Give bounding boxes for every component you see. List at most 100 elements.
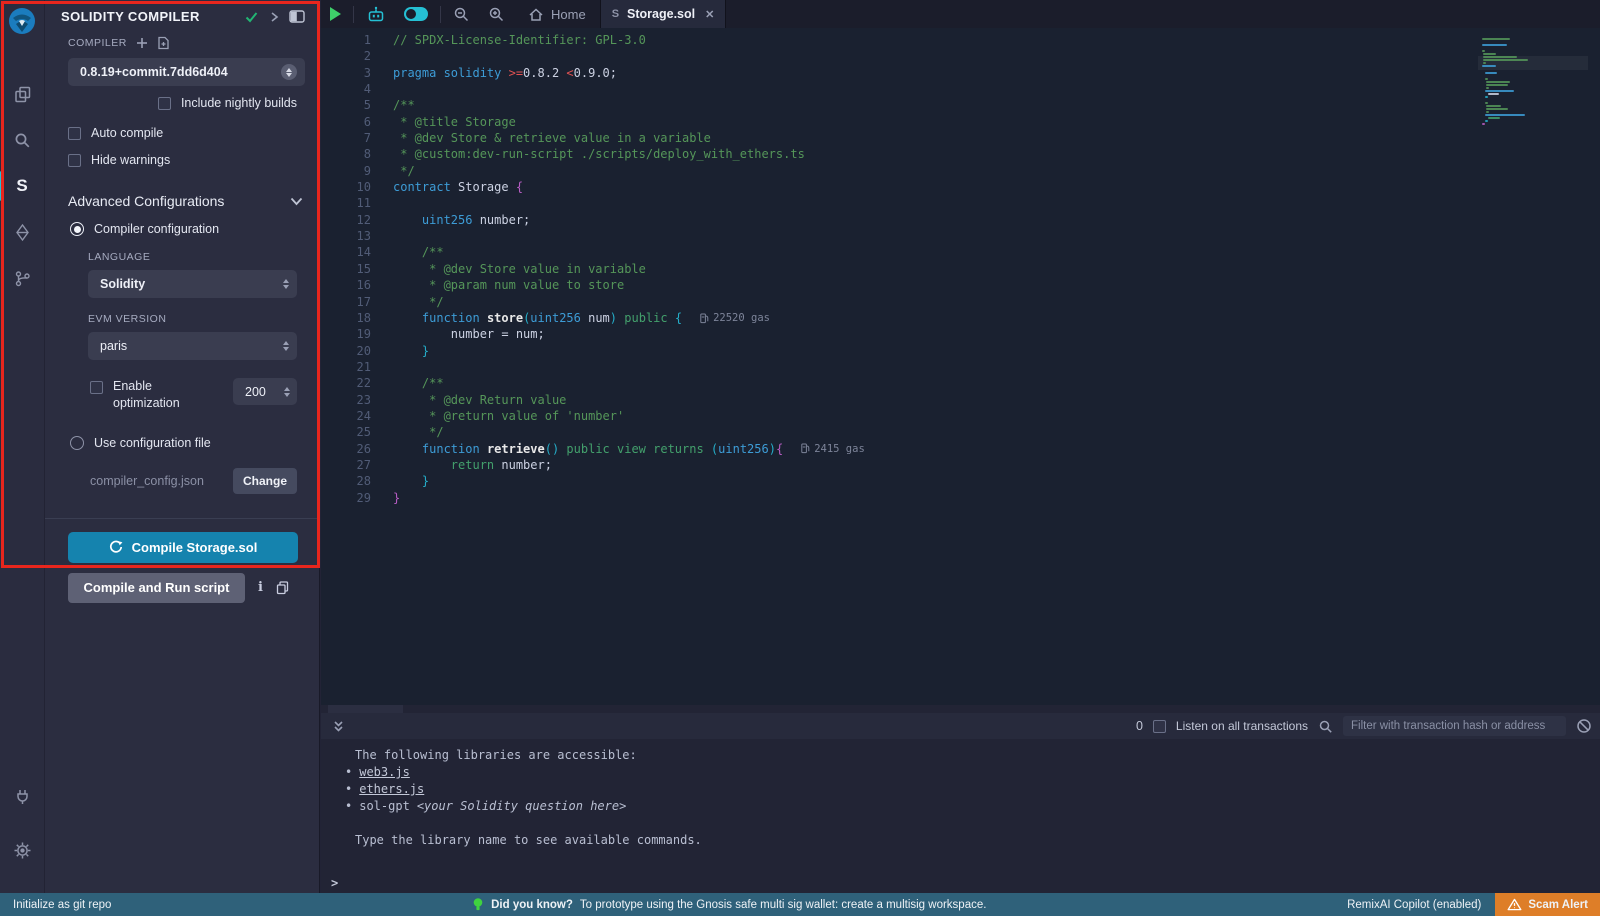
transaction-filter-input[interactable] xyxy=(1343,716,1566,736)
hide-warnings-label: Hide warnings xyxy=(91,153,170,167)
line-number: 15 xyxy=(321,261,371,277)
line-number: 6 xyxy=(321,114,371,130)
evm-version-select[interactable]: paris xyxy=(88,332,297,360)
line-number: 16 xyxy=(321,277,371,293)
code-lines[interactable]: 1// SPDX-License-Identifier: GPL-3.02 3p… xyxy=(321,32,1470,506)
minimap-line xyxy=(1482,38,1510,40)
ai-copilot-robot-icon[interactable] xyxy=(357,0,395,28)
tab-home[interactable]: Home xyxy=(514,0,600,28)
nightly-builds-checkbox[interactable] xyxy=(158,97,171,110)
terminal-prompt[interactable]: > xyxy=(331,875,1600,892)
code-line: 5/** xyxy=(321,97,1470,113)
minimap-line xyxy=(1486,111,1489,113)
copy-icon[interactable] xyxy=(276,581,289,595)
search-icon[interactable] xyxy=(0,117,45,163)
active-plugin-indicator xyxy=(0,171,3,201)
scam-alert-button[interactable]: Scam Alert xyxy=(1495,893,1600,916)
settings-gear-icon[interactable] xyxy=(0,827,45,873)
code-line: 2 xyxy=(321,48,1470,64)
code-line: 11 xyxy=(321,195,1470,211)
zoom-in-icon[interactable] xyxy=(479,0,514,28)
line-number: 18 xyxy=(321,310,371,326)
hide-warnings-checkbox[interactable] xyxy=(68,154,81,167)
copilot-status[interactable]: RemixAI Copilot (enabled) xyxy=(1347,899,1481,911)
line-number: 3 xyxy=(321,65,371,81)
close-tab-icon[interactable]: ✕ xyxy=(705,8,714,21)
solidity-compiler-icon[interactable]: S xyxy=(0,163,45,209)
minimap[interactable] xyxy=(1478,30,1588,690)
minimap-line xyxy=(1485,96,1488,98)
code-line: 15 * @dev Store value in variable xyxy=(321,261,1470,277)
open-compiler-file-icon[interactable] xyxy=(157,36,170,50)
git-icon[interactable] xyxy=(0,255,45,301)
language-value: Solidity xyxy=(100,277,283,291)
line-number: 26 xyxy=(321,441,371,457)
plugin-manager-icon[interactable] xyxy=(0,773,45,819)
library-name: sol-gpt xyxy=(359,798,410,815)
compiler-version-select[interactable]: 0.8.19+commit.7dd6d404 xyxy=(68,58,305,86)
terminal-resize-handle[interactable] xyxy=(328,705,403,713)
chevron-right-icon[interactable] xyxy=(269,11,279,23)
compiler-configuration-radio[interactable] xyxy=(70,222,84,236)
code-editor[interactable]: 1// SPDX-License-Identifier: GPL-3.02 3p… xyxy=(321,28,1600,705)
zoom-out-icon[interactable] xyxy=(444,0,479,28)
copilot-toggle[interactable] xyxy=(395,0,437,28)
terminal-library-item: • web3.js xyxy=(331,764,1600,781)
line-number: 23 xyxy=(321,392,371,408)
code-line: 14 /** xyxy=(321,244,1470,260)
auto-compile-label: Auto compile xyxy=(91,126,163,140)
file-explorer-icon[interactable] xyxy=(0,71,45,117)
line-number: 29 xyxy=(321,490,371,506)
compile-and-run-button[interactable]: Compile and Run script xyxy=(68,573,245,603)
minimap-slider[interactable] xyxy=(1478,56,1588,70)
library-link[interactable]: web3.js xyxy=(359,764,410,781)
advanced-configurations-toggle[interactable]: Advanced Configurations xyxy=(68,193,303,209)
pin-panel-icon[interactable] xyxy=(289,10,305,23)
did-you-know-label: Did you know? xyxy=(491,899,573,911)
language-label: LANGUAGE xyxy=(88,251,319,263)
toolbar-separator xyxy=(353,6,354,23)
terminal-library-item: • ethers.js xyxy=(331,781,1600,798)
code-line: 6 * @title Storage xyxy=(321,114,1470,130)
solidity-file-icon: S xyxy=(612,8,619,20)
add-compiler-icon[interactable] xyxy=(136,37,148,49)
compile-button[interactable]: Compile Storage.sol xyxy=(68,532,298,563)
toolbar-separator xyxy=(440,6,441,23)
tab-storage-sol[interactable]: S Storage.sol ✕ xyxy=(600,0,727,28)
library-link[interactable]: ethers.js xyxy=(359,781,424,798)
line-number: 1 xyxy=(321,32,371,48)
terminal-output[interactable]: The following libraries are accessible: … xyxy=(321,739,1600,893)
init-git-repo-button[interactable]: Initialize as git repo xyxy=(13,899,111,911)
deploy-and-run-icon[interactable] xyxy=(0,209,45,255)
info-icon[interactable]: i xyxy=(258,580,263,595)
bullet: • xyxy=(345,764,352,781)
config-file-name: compiler_config.json xyxy=(90,474,233,488)
auto-compile-checkbox[interactable] xyxy=(68,127,81,140)
activity-bar-bottom xyxy=(0,773,45,873)
line-number: 5 xyxy=(321,97,371,113)
terminal: 0 Listen on all transactions The followi… xyxy=(321,705,1600,893)
code-line: 8 * @custom:dev-run-script ./scripts/dep… xyxy=(321,146,1470,162)
remix-ide: S xyxy=(0,0,1600,916)
bullet: • xyxy=(345,781,352,798)
code-line: 1// SPDX-License-Identifier: GPL-3.0 xyxy=(321,32,1470,48)
language-select[interactable]: Solidity xyxy=(88,270,297,298)
optimization-runs-input[interactable]: 200 xyxy=(233,378,297,405)
minimap-line xyxy=(1485,120,1488,122)
collapse-terminal-icon[interactable] xyxy=(331,719,346,734)
run-script-button[interactable] xyxy=(321,0,350,28)
status-bar-right: RemixAI Copilot (enabled) Scam Alert xyxy=(1347,893,1600,916)
code-line: 7 * @dev Store & retrieve value in a var… xyxy=(321,130,1470,146)
enable-optimization-checkbox[interactable] xyxy=(90,381,103,394)
code-line: 22 /** xyxy=(321,375,1470,391)
terminal-toolbar: 0 Listen on all transactions xyxy=(321,713,1600,739)
change-config-button[interactable]: Change xyxy=(233,468,297,494)
terminal-search-icon[interactable] xyxy=(1318,719,1333,734)
clear-console-icon[interactable] xyxy=(1576,718,1592,734)
remix-logo-icon[interactable] xyxy=(7,7,37,37)
warning-triangle-icon xyxy=(1507,898,1522,911)
use-configuration-file-radio[interactable] xyxy=(70,436,84,450)
code-line: 21 xyxy=(321,359,1470,375)
listen-transactions-checkbox[interactable] xyxy=(1153,720,1166,733)
bullet: • xyxy=(345,798,352,815)
